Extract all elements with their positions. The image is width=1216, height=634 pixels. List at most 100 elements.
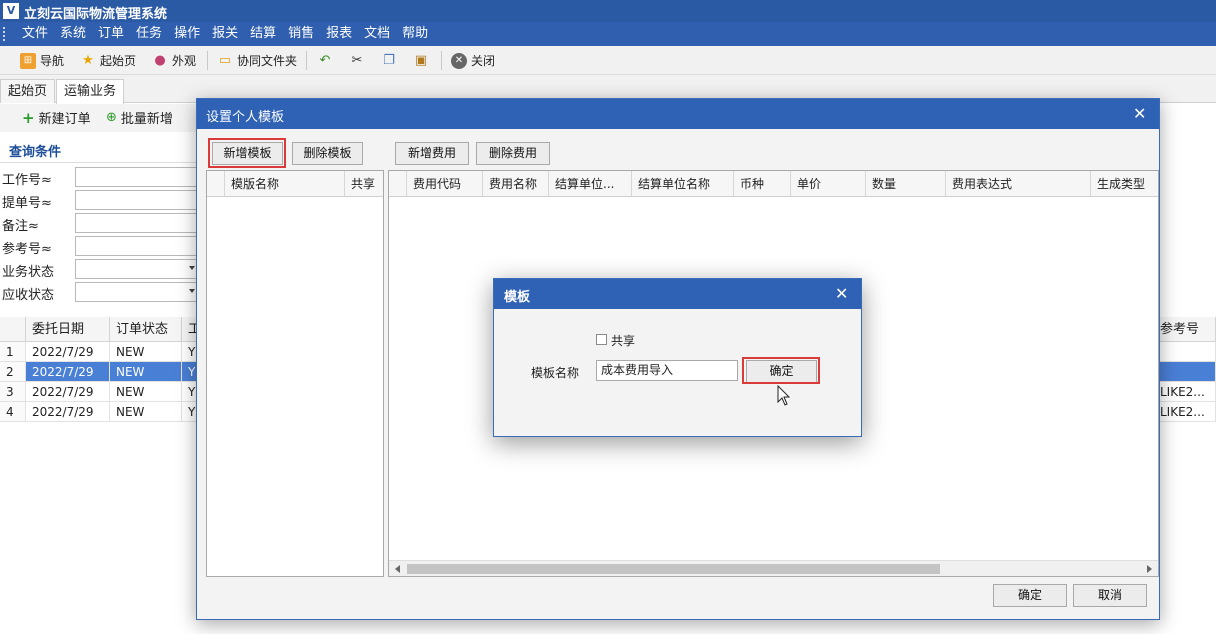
template-name-input[interactable]: 成本费用导入 xyxy=(596,360,738,381)
header-currency[interactable]: 币种 xyxy=(734,171,791,197)
paste-icon: ▣ xyxy=(414,52,428,68)
menu-task[interactable]: 任务 xyxy=(130,22,168,46)
star-icon: ★ xyxy=(82,52,94,68)
header-fee-name[interactable]: 费用名称 xyxy=(483,171,549,197)
share-checkbox[interactable] xyxy=(596,334,607,345)
close-label: 关闭 xyxy=(471,54,496,68)
nav-icon: ⊞ xyxy=(20,52,36,69)
header-share[interactable]: 共享 xyxy=(345,171,383,197)
nav-button[interactable]: ⊞ 导航 xyxy=(20,50,64,71)
query-label: 参考号≈ xyxy=(2,242,52,257)
menu-system[interactable]: 系统 xyxy=(54,22,92,46)
header-unit-price[interactable]: 单价 xyxy=(791,171,866,197)
delete-fee-button[interactable]: 删除费用 xyxy=(476,142,550,165)
paste-button[interactable]: ▣ xyxy=(413,50,429,71)
header-settle-unit-name[interactable]: 结算单位名称 xyxy=(632,171,734,197)
menu-sales[interactable]: 销售 xyxy=(282,22,320,46)
cell-status: NEW xyxy=(110,402,182,422)
menu-reports[interactable]: 报表 xyxy=(320,22,358,46)
header-template-name[interactable]: 模版名称 xyxy=(225,171,345,197)
menu-settlement[interactable]: 结算 xyxy=(244,22,282,46)
mouse-cursor-icon xyxy=(777,385,791,406)
menu-grip xyxy=(3,27,5,41)
grid-header-date[interactable]: 委托日期 xyxy=(26,317,110,342)
query-label: 应收状态 xyxy=(2,288,55,303)
appearance-label: 外观 xyxy=(172,54,197,68)
grid-header-status[interactable]: 订单状态 xyxy=(110,317,182,342)
header-settle-unit[interactable]: 结算单位... xyxy=(549,171,632,197)
workno-input[interactable] xyxy=(75,167,200,187)
toolbar-separator xyxy=(207,51,208,70)
dialog-close-icon[interactable]: ✕ xyxy=(1133,106,1146,122)
share-label: 共享 xyxy=(611,334,636,348)
app-title: 立刻云国际物流管理系统 xyxy=(24,7,168,22)
tab-home[interactable]: 起始页 xyxy=(0,79,56,103)
scroll-right-icon[interactable] xyxy=(1147,565,1152,573)
menu-operation[interactable]: 操作 xyxy=(168,22,206,46)
batch-add-icon: ⊕ xyxy=(106,110,117,125)
query-label: 业务状态 xyxy=(2,265,55,280)
remark-input[interactable] xyxy=(75,213,200,233)
menu-customs[interactable]: 报关 xyxy=(206,22,244,46)
appearance-button[interactable]: ● 外观 xyxy=(152,50,196,71)
home-button[interactable]: ★ 起始页 xyxy=(80,50,136,71)
query-panel: 查询条件 工作号≈ 提单号≈ 备注≈ 参考号≈ 业务状态 应收状态 xyxy=(0,134,200,314)
ref-input[interactable] xyxy=(75,236,200,256)
scissors-icon: ✂ xyxy=(351,52,363,68)
menu-documents[interactable]: 文档 xyxy=(358,22,396,46)
query-row-workno: 工作号≈ xyxy=(0,166,200,188)
query-divider xyxy=(0,162,200,163)
highlight-box xyxy=(208,138,286,168)
add-fee-button[interactable]: 新增费用 xyxy=(395,142,469,165)
scroll-thumb[interactable] xyxy=(407,564,940,574)
grid-header-ref[interactable]: 参考号 xyxy=(1154,317,1216,342)
new-order-label: 新建订单 xyxy=(38,112,91,127)
batch-add-button[interactable]: ⊕ 批量新增 xyxy=(106,108,173,127)
undo-button[interactable]: ↶ xyxy=(317,50,333,71)
query-row-ref: 参考号≈ xyxy=(0,235,200,257)
copy-button[interactable]: ❐ xyxy=(381,50,397,71)
grid-corner xyxy=(0,317,26,342)
list-corner xyxy=(207,171,225,197)
folder-icon: ▭ xyxy=(218,52,232,68)
row-number: 4 xyxy=(0,402,26,422)
template-list[interactable]: 模版名称 共享 xyxy=(206,170,384,577)
tab-transport[interactable]: 运输业务 xyxy=(56,79,125,104)
home-label: 起始页 xyxy=(100,54,137,68)
shared-folder-label: 协同文件夹 xyxy=(237,54,298,68)
ar-status-select[interactable] xyxy=(75,282,200,302)
header-fee-code[interactable]: 费用代码 xyxy=(407,171,483,197)
header-gen-type[interactable]: 生成类型 xyxy=(1091,171,1158,197)
query-row-bizstatus: 业务状态 xyxy=(0,258,200,280)
shared-folder-button[interactable]: ▭ 协同文件夹 xyxy=(217,50,297,71)
query-row-remark: 备注≈ xyxy=(0,212,200,234)
query-row-arstatus: 应收状态 xyxy=(0,281,200,303)
row-number: 2 xyxy=(0,362,26,382)
query-label: 工作号≈ xyxy=(2,173,52,188)
main-toolbar: ⊞ 导航 ★ 起始页 ● 外观 ▭ 协同文件夹 ↶ ✂ ❐ ▣ ✕ 关闭 xyxy=(0,46,1216,75)
biz-status-select[interactable] xyxy=(75,259,200,279)
menu-order[interactable]: 订单 xyxy=(92,22,130,46)
dialog-cancel-button[interactable]: 取消 xyxy=(1073,584,1147,607)
grid-corner xyxy=(389,171,407,197)
scroll-left-icon[interactable] xyxy=(395,565,400,573)
query-label: 备注≈ xyxy=(2,219,39,234)
header-fee-expression[interactable]: 费用表达式 xyxy=(946,171,1091,197)
dialog-close-icon[interactable]: ✕ xyxy=(835,286,848,302)
dialog-ok-button[interactable]: 确定 xyxy=(993,584,1067,607)
cell-ref: LIKE2... xyxy=(1154,402,1216,422)
cell-status: NEW xyxy=(110,342,182,362)
cut-button[interactable]: ✂ xyxy=(349,50,365,71)
menu-file[interactable]: 文件 xyxy=(16,22,54,46)
toolbar-separator xyxy=(306,51,307,70)
bl-input[interactable] xyxy=(75,190,200,210)
palette-icon: ● xyxy=(154,52,166,68)
header-quantity[interactable]: 数量 xyxy=(866,171,946,197)
sub-toolbar: + 新建订单 ⊕ 批量新增 xyxy=(0,104,200,132)
horizontal-scrollbar[interactable] xyxy=(389,560,1158,576)
delete-template-button[interactable]: 删除模板 xyxy=(292,142,363,165)
new-order-button[interactable]: + 新建订单 xyxy=(22,108,91,128)
menu-help[interactable]: 帮助 xyxy=(396,22,434,46)
close-button[interactable]: ✕ 关闭 xyxy=(451,50,495,71)
query-label: 提单号≈ xyxy=(2,196,52,211)
